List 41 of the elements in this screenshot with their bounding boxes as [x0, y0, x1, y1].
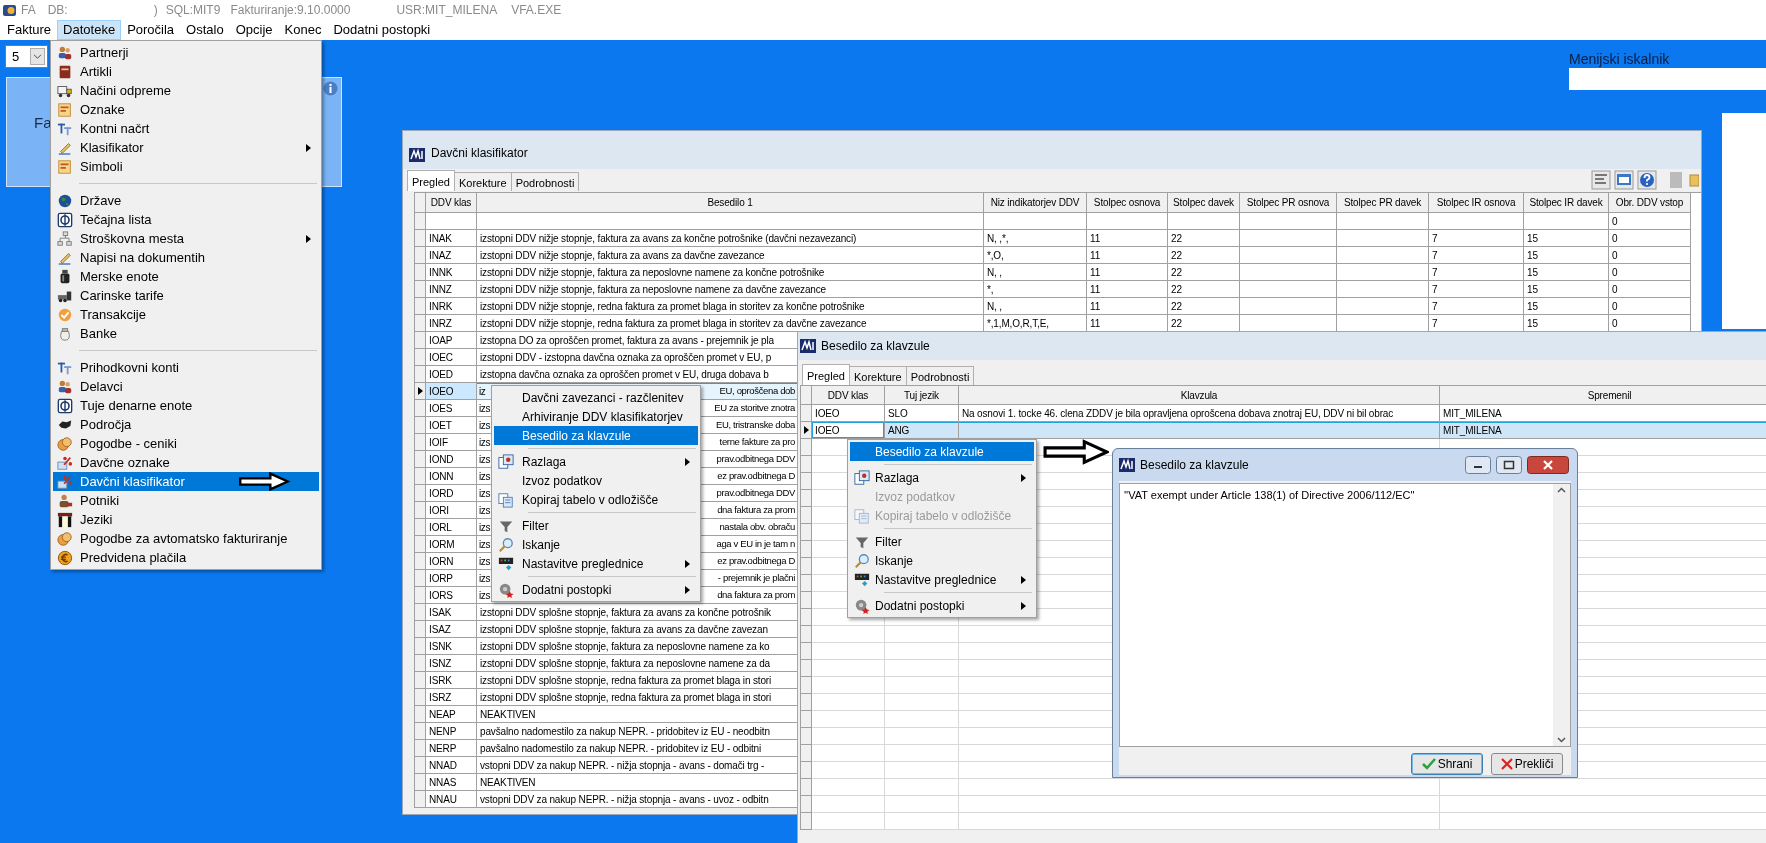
table-cell-text: izs — [478, 571, 491, 586]
table-cell-text: dna faktura za prom — [717, 502, 795, 517]
database-name-end: ) — [153, 2, 158, 19]
dialog-title: Besedilo za klavzule — [1140, 457, 1249, 474]
sql-server-label: SQL:MIT9 — [165, 2, 221, 19]
user-label: USR:MIT_MILENA — [396, 2, 498, 19]
table-cell-text: izs — [478, 401, 491, 416]
table-cell-text: EU, tristranske doba — [715, 417, 795, 432]
table-cell-text: ez prav.odbitnega D — [717, 553, 795, 568]
table-cell-text: izs — [478, 486, 491, 501]
table-cell-text: EU, oproščena dob — [719, 383, 795, 398]
executable-name: VFA.EXE — [511, 2, 562, 19]
table-cell-text: izs — [478, 503, 491, 518]
window-title: Davčni klasifikator — [431, 145, 528, 162]
table-cell-text: - prejemnik je plačni — [717, 570, 795, 585]
table-cell-text: izs — [478, 469, 491, 484]
table-cell-text: dna faktura za prom — [717, 587, 795, 602]
table-cell-text: izs — [478, 554, 491, 569]
table-cell-text: aga v EU in je tam n — [716, 536, 795, 551]
table-cell: MIT_MILENA — [1440, 422, 1766, 439]
window-title: Besedilo za klavzule — [821, 338, 930, 355]
table-cell: NNAU — [426, 791, 477, 808]
table-cell-text: izs — [478, 418, 491, 433]
table-cell: IOEO — [812, 422, 885, 439]
table-cell-text: izs — [478, 537, 491, 552]
table-cell-text: izs — [478, 588, 491, 603]
table-cell-text: ez prav.odbitnega D — [717, 468, 795, 483]
menu-search-label: Menijski iskalnik — [1569, 50, 1670, 69]
database-label: DB: — [47, 2, 68, 19]
table-cell-text: terne fakture za pro — [719, 434, 795, 449]
table-cell-text: EU za storitve znotra — [714, 400, 795, 415]
app-name: FA — [21, 2, 36, 19]
table-cell-text: prav.odbitnega DDV — [716, 485, 795, 500]
table-cell-text: izs — [478, 452, 491, 467]
table-cell-text: nastala obv. obraču — [719, 519, 795, 534]
version-label: Fakturiranje:9.10.0000 — [230, 2, 351, 19]
table-cell-text: izs — [478, 435, 491, 450]
table-cell: IOEO — [426, 383, 477, 400]
table-cell-text: prav.odbitnega DDV — [716, 451, 795, 466]
table-cell-text: iz — [478, 384, 486, 399]
table-cell-text: izs — [478, 520, 491, 535]
